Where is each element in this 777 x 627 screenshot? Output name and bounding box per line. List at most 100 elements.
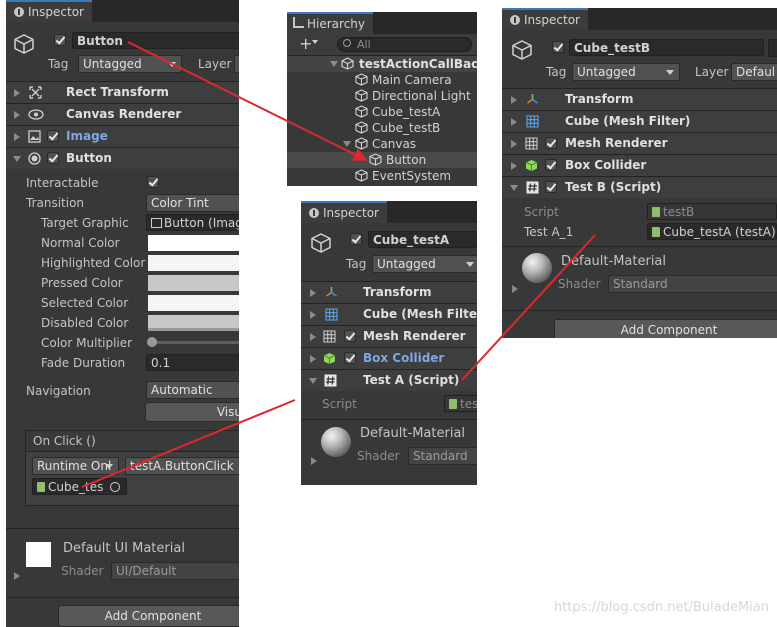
onclick-header: On Click () xyxy=(26,431,239,452)
component-enabled-checkbox[interactable] xyxy=(545,159,557,171)
hierarchy-item[interactable]: Cube_testB xyxy=(287,120,477,136)
add-icon[interactable]: + xyxy=(299,34,312,53)
disabled-color-swatch[interactable] xyxy=(148,315,239,331)
box-collider-icon xyxy=(525,160,538,171)
normal-color-swatch[interactable] xyxy=(148,235,239,251)
selected-color-swatch[interactable] xyxy=(148,295,239,311)
interactable-checkbox[interactable] xyxy=(147,176,159,188)
component-image[interactable]: Image xyxy=(6,125,239,147)
static-checkbox[interactable] xyxy=(768,39,777,57)
object-name-field[interactable]: Button xyxy=(72,32,239,49)
tag-dropdown[interactable]: Untagged xyxy=(372,255,477,273)
fold-arrow-icon xyxy=(310,333,316,341)
object-picker-icon[interactable] xyxy=(110,482,120,492)
fade-duration-field[interactable]: 0.1 xyxy=(146,354,239,371)
tag-dropdown[interactable]: Untagged xyxy=(78,55,182,73)
script-icon xyxy=(652,207,660,217)
function-dropdown[interactable]: testA.ButtonClick xyxy=(125,457,239,475)
gameobject-icon xyxy=(355,73,368,86)
tab-bar: Inspector xyxy=(6,0,239,22)
fold-arrow-icon xyxy=(311,457,317,465)
tag-dropdown[interactable]: Untagged xyxy=(572,63,680,81)
active-checkbox[interactable] xyxy=(350,233,362,245)
component-enabled-checkbox[interactable] xyxy=(545,137,557,149)
watermark: https://blog.csdn.net/BuladeMian xyxy=(553,600,769,615)
inspector-panel-cube-testb: Inspector Cube_testB Tag Untagged Layer … xyxy=(502,8,777,338)
shader-dropdown[interactable]: Standard xyxy=(408,447,477,465)
active-checkbox[interactable] xyxy=(54,34,66,46)
fold-arrow-icon xyxy=(14,89,20,97)
chevron-down-icon xyxy=(666,70,674,75)
test-a-1-field[interactable]: Cube_testA (testA) xyxy=(647,223,777,240)
hierarchy-item[interactable]: Cube_testA xyxy=(287,104,477,120)
hierarchy-item[interactable]: Main Camera xyxy=(287,72,477,88)
object-name-field[interactable]: Cube_testA xyxy=(368,231,477,248)
component-box-collider[interactable]: Box Collider xyxy=(301,347,477,369)
gameobject-icon xyxy=(311,233,331,253)
component-mesh-filter[interactable]: Cube (Mesh Filter) xyxy=(502,110,777,132)
tab-bar: Inspector xyxy=(301,201,477,223)
component-enabled-checkbox[interactable] xyxy=(344,352,356,364)
component-transform[interactable]: Transform xyxy=(502,88,777,110)
hierarchy-item[interactable]: Canvas xyxy=(287,136,477,152)
component-rect-transform[interactable]: Rect Transform xyxy=(6,81,239,103)
add-component-button[interactable]: Add Component xyxy=(58,605,239,627)
fold-arrow-icon xyxy=(310,311,316,319)
component-test-b-script[interactable]: Test B (Script) xyxy=(502,176,777,198)
field-label: Disabled Color xyxy=(41,316,129,330)
shader-dropdown[interactable]: UI/Default xyxy=(111,562,239,580)
shader-label: Shader xyxy=(357,449,400,463)
chevron-down-icon[interactable] xyxy=(312,40,318,44)
tag-label: Tag xyxy=(48,57,69,71)
tab-hierarchy[interactable]: Hierarchy xyxy=(287,12,374,34)
component-box-collider[interactable]: Box Collider xyxy=(502,154,777,176)
add-component-button[interactable]: Add Component xyxy=(554,319,777,338)
runtime-dropdown[interactable]: Runtime Onl xyxy=(32,457,119,475)
hierarchy-item-selected[interactable]: Button xyxy=(287,152,477,168)
component-mesh-filter[interactable]: Cube (Mesh Filter) xyxy=(301,303,477,325)
layer-dropdown[interactable]: Defaul xyxy=(731,63,777,81)
shader-label: Shader xyxy=(61,564,104,578)
tab-inspector[interactable]: Inspector xyxy=(502,8,588,30)
hierarchy-icon xyxy=(293,17,304,28)
footer-separator xyxy=(6,597,239,598)
slider-handle[interactable] xyxy=(147,337,157,347)
navigation-dropdown[interactable]: Automatic xyxy=(146,381,239,399)
component-mesh-renderer[interactable]: Mesh Renderer xyxy=(502,132,777,154)
layer-dropdown[interactable] xyxy=(234,55,239,73)
target-graphic-field[interactable]: Button (Image xyxy=(146,214,239,231)
tab-inspector[interactable]: Inspector xyxy=(301,201,387,223)
tab-inspector[interactable]: Inspector xyxy=(6,0,92,22)
component-canvas-renderer[interactable]: Canvas Renderer xyxy=(6,103,239,125)
active-checkbox[interactable] xyxy=(552,41,564,53)
field-label: Interactable xyxy=(26,176,99,190)
transition-dropdown[interactable]: Color Tint xyxy=(146,194,239,212)
component-enabled-checkbox[interactable] xyxy=(47,152,59,164)
fold-arrow-icon xyxy=(512,285,518,293)
hierarchy-item[interactable]: EventSystem xyxy=(287,168,477,184)
info-icon xyxy=(309,208,319,218)
inspector-panel-cube-testa: Inspector Cube_testA Tag Untagged Transf… xyxy=(301,201,477,485)
component-enabled-checkbox[interactable] xyxy=(344,330,356,342)
script-hash-icon xyxy=(324,374,337,387)
component-enabled-checkbox[interactable] xyxy=(545,181,557,193)
box-collider-icon xyxy=(323,353,336,364)
highlighted-color-swatch[interactable] xyxy=(148,255,239,271)
color-multiplier-slider[interactable] xyxy=(148,341,239,344)
component-button[interactable]: Button xyxy=(6,147,239,169)
hierarchy-item[interactable]: Directional Light xyxy=(287,88,477,104)
component-enabled-checkbox[interactable] xyxy=(47,130,59,142)
component-test-a-script[interactable]: Test A (Script) xyxy=(301,369,477,391)
scene-row[interactable]: testActionCallBack xyxy=(287,56,477,72)
component-title: Canvas Renderer xyxy=(66,107,182,121)
visualize-button[interactable]: Visu xyxy=(145,402,239,422)
object-name-field[interactable]: Cube_testB xyxy=(569,39,764,56)
material-name: Default-Material xyxy=(360,426,466,441)
pressed-color-swatch[interactable] xyxy=(148,275,239,291)
tag-label: Tag xyxy=(346,257,367,271)
search-input[interactable]: All xyxy=(337,37,472,52)
component-transform[interactable]: Transform xyxy=(301,281,477,303)
shader-label: Shader xyxy=(558,277,601,291)
shader-dropdown[interactable]: Standard xyxy=(608,275,777,293)
component-mesh-renderer[interactable]: Mesh Renderer xyxy=(301,325,477,347)
